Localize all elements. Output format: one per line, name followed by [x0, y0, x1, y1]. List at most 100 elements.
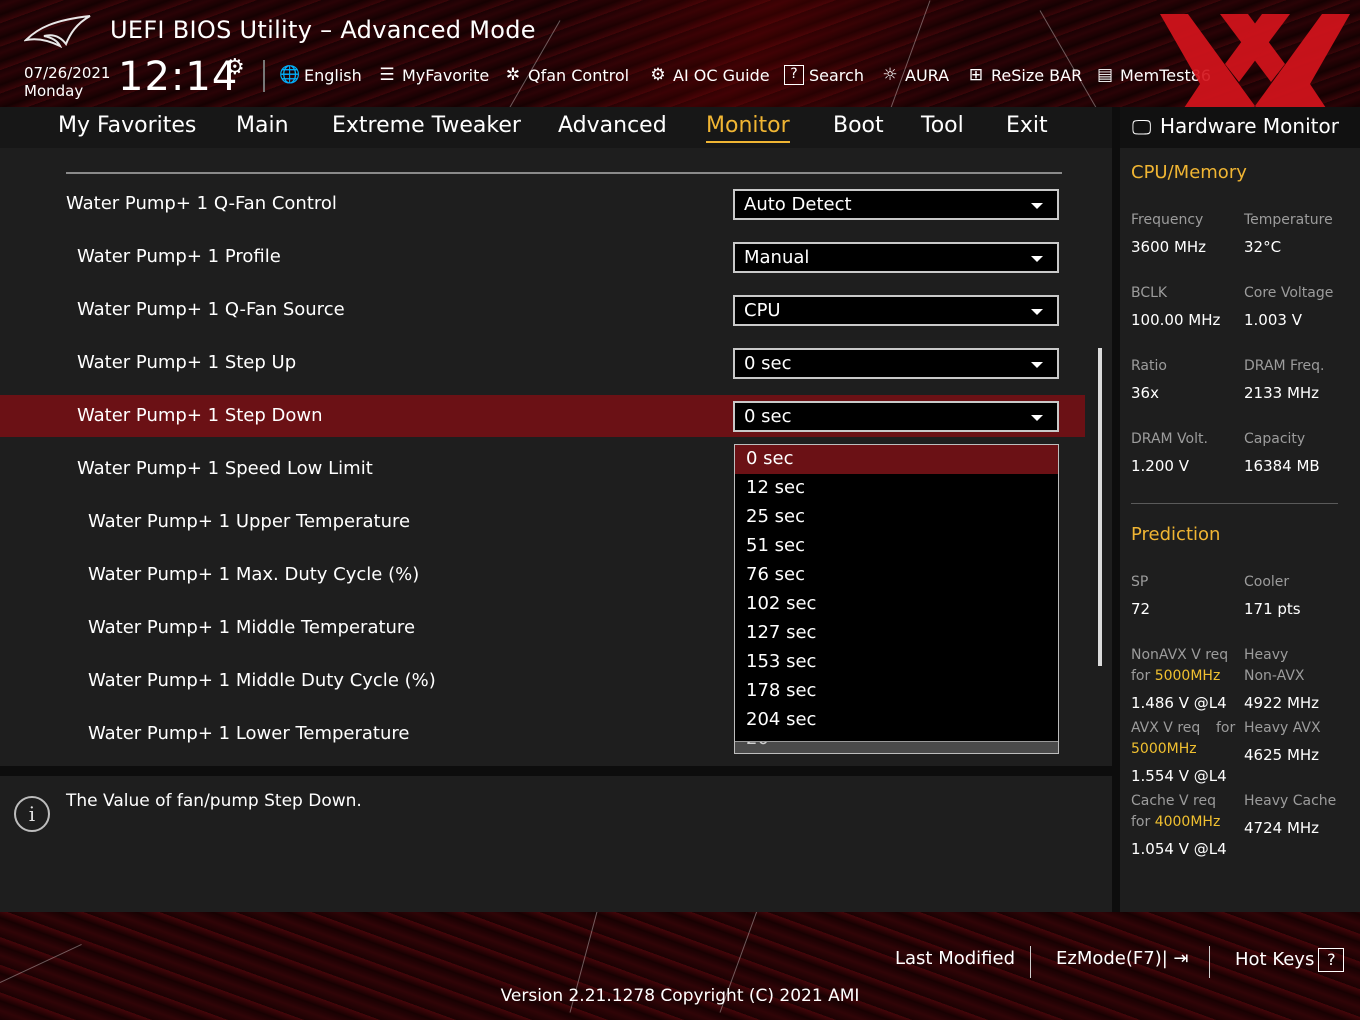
dropdown-option[interactable]: 178 sec [735, 677, 1058, 706]
footer-bar: Last Modified EzMode(F7)| ⇥ Hot Keys? Ve… [0, 912, 1360, 1020]
tab-extreme-tweaker[interactable]: Extreme Tweaker [332, 113, 521, 138]
chevron-down-icon [1031, 415, 1043, 421]
header-ai-oc-guide-button[interactable]: ⚙ AI OC Guide [648, 64, 770, 86]
setting-label: Water Pump+ 1 Q-Fan Source [77, 299, 345, 320]
ai-oc-icon: ⚙ [650, 65, 666, 85]
dropdown-option[interactable]: 153 sec [735, 648, 1058, 677]
setting-row[interactable]: Water Pump+ 1 Q-Fan Source CPU [0, 289, 1085, 331]
header-item-label: Search [809, 65, 864, 85]
tab-monitor[interactable]: Monitor [706, 113, 790, 143]
setting-label: Water Pump+ 1 Upper Temperature [88, 511, 411, 532]
hardware-monitor-header[interactable]: 🖵 Hardware Monitor [1120, 107, 1360, 148]
header-item-label: AI OC Guide [673, 65, 770, 85]
header-search-button[interactable]: ? Search [784, 64, 864, 86]
chevron-down-icon [1031, 362, 1043, 368]
footer-divider [1209, 946, 1210, 978]
monitor-value: 32°C [1244, 238, 1282, 256]
help-question-icon: ? [1318, 948, 1345, 972]
scrollbar[interactable] [1098, 348, 1102, 666]
dropdown-option[interactable]: 76 sec [735, 561, 1058, 590]
header-english-button[interactable]: 🌐 English [279, 64, 362, 86]
monitor-value: 36x [1131, 384, 1159, 402]
tab-boot[interactable]: Boot [833, 113, 884, 138]
dropdown-value: Auto Detect [744, 194, 852, 215]
setting-dropdown[interactable]: 0 sec [733, 348, 1059, 379]
aura-icon: ☼ [882, 65, 898, 85]
ezmode-label: EzMode(F7)| [1056, 948, 1168, 969]
monitor-value: 100.00 MHz [1131, 311, 1221, 329]
monitor-icon: 🖵 [1132, 115, 1152, 139]
monitor-value: 16384 MB [1244, 457, 1320, 475]
sp-label: SP [1131, 574, 1149, 590]
hardware-monitor-panel: 🖵 Hardware Monitor CPU/Memory Frequency 3… [1120, 107, 1360, 912]
globe-icon: 🌐 [279, 65, 301, 85]
avx-label: AVX V req [1131, 720, 1201, 736]
setting-row[interactable]: Water Pump+ 1 Step Up 0 sec [0, 342, 1085, 384]
avx-for: for [1216, 720, 1236, 736]
setting-row[interactable]: Water Pump+ 1 Profile Manual [0, 236, 1085, 278]
header-myfavorite-button[interactable]: ☰ MyFavorite [377, 64, 489, 86]
monitor-label: Temperature [1244, 212, 1333, 228]
clock-settings-gear-icon[interactable]: ⚙ [225, 55, 245, 80]
setting-dropdown[interactable]: Auto Detect [733, 189, 1059, 220]
hot-keys-label: Hot Keys [1235, 949, 1315, 970]
hardwareluxx-xx-watermark [1160, 14, 1350, 107]
cpu-memory-heading: CPU/Memory [1131, 162, 1247, 183]
nonavx-label: NonAVX V req [1131, 647, 1229, 663]
dropdown-value: 0 sec [744, 406, 792, 427]
setting-dropdown[interactable]: CPU [733, 295, 1059, 326]
exit-arrow-icon: ⇥ [1167, 948, 1189, 969]
main-nav: My Favorites Main Extreme Tweaker Advanced M… [0, 107, 1112, 148]
help-text: The Value of fan/pump Step Down. [66, 791, 362, 811]
favorite-list-icon: ☰ [379, 65, 395, 85]
dropdown-option[interactable]: 0 sec [735, 445, 1058, 474]
dropdown-option[interactable]: 25 sec [735, 503, 1058, 532]
monitor-label: Capacity [1244, 431, 1306, 447]
cooler-label: Cooler [1244, 574, 1290, 590]
partial-option-text: 20 [746, 742, 769, 749]
chevron-down-icon [1031, 256, 1043, 262]
heavy-nonavx-label-2: Non-AVX [1244, 668, 1305, 684]
memtest-icon: ▤ [1096, 65, 1114, 85]
cache-value: 1.054 V @L4 [1131, 840, 1227, 858]
monitor-value: 3600 MHz [1131, 238, 1207, 256]
ezmode-button[interactable]: EzMode(F7)| ⇥ [1056, 948, 1189, 969]
clock: 12:14 [118, 54, 239, 100]
tab-advanced[interactable]: Advanced [558, 113, 667, 138]
setting-label: Water Pump+ 1 Profile [77, 246, 281, 267]
header-item-label: English [304, 65, 362, 85]
dropdown-option[interactable]: 102 sec [735, 590, 1058, 619]
tab-my-favorites[interactable]: My Favorites [58, 113, 196, 138]
dropdown-value: Manual [744, 247, 810, 268]
dropdown-option[interactable]: 51 sec [735, 532, 1058, 561]
footer-divider [1030, 946, 1031, 978]
heavy-cache-label: Heavy Cache [1244, 793, 1337, 809]
dropdown-option[interactable]: 127 sec [735, 619, 1058, 648]
tab-tool[interactable]: Tool [921, 113, 964, 138]
tab-exit[interactable]: Exit [1006, 113, 1048, 138]
cache-for-line: for 4000MHz [1131, 814, 1220, 830]
section-divider [66, 172, 1062, 174]
weekday-text: Monday [24, 82, 84, 100]
last-modified-button[interactable]: Last Modified [895, 948, 1015, 969]
dropdown-list-footer: 20 [735, 741, 1058, 753]
date-display: 07/26/2021 Monday [24, 64, 110, 100]
setting-label: Water Pump+ 1 Lower Temperature [88, 723, 410, 744]
setting-row[interactable]: Water Pump+ 1 Step Down 0 sec [0, 395, 1085, 437]
header-resize-bar-button[interactable]: ⊞ ReSize BAR [966, 64, 1082, 86]
header-qfan-control-button[interactable]: ✲ Qfan Control [503, 64, 629, 86]
dropdown-option[interactable]: 12 sec [735, 474, 1058, 503]
hot-keys-button[interactable]: Hot Keys? [1235, 948, 1345, 972]
monitor-label: BCLK [1131, 285, 1168, 301]
fan-icon: ✲ [505, 65, 521, 85]
rog-logo [24, 15, 91, 48]
setting-label: Water Pump+ 1 Middle Temperature [88, 617, 416, 638]
setting-label: Water Pump+ 1 Max. Duty Cycle (%) [88, 564, 420, 585]
setting-dropdown[interactable]: Manual [733, 242, 1059, 273]
setting-dropdown[interactable]: 0 sec [733, 401, 1059, 432]
resize-bar-icon: ⊞ [968, 65, 984, 85]
setting-row[interactable]: Water Pump+ 1 Q-Fan Control Auto Detect [0, 183, 1085, 225]
dropdown-option[interactable]: 204 sec [735, 706, 1058, 735]
tab-main[interactable]: Main [236, 113, 289, 138]
header-aura-button[interactable]: ☼ AURA [880, 64, 949, 86]
